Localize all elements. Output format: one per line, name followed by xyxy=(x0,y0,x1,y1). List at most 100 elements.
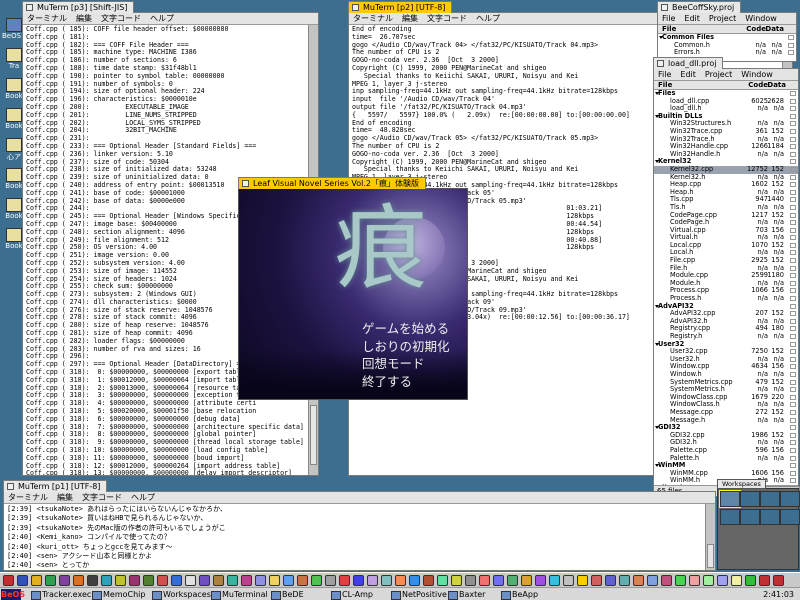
row-checkbox[interactable] xyxy=(790,334,796,339)
launcher-icon[interactable] xyxy=(451,575,462,586)
row-checkbox[interactable] xyxy=(790,242,796,248)
row-checkbox[interactable] xyxy=(790,349,796,355)
row-checkbox[interactable] xyxy=(790,402,796,408)
column-code[interactable]: Code xyxy=(748,81,768,90)
taskbar-button[interactable]: CL-Amp xyxy=(330,589,373,600)
launcher-icon[interactable] xyxy=(283,575,294,586)
row-checkbox[interactable] xyxy=(790,250,796,256)
row-checkbox[interactable] xyxy=(790,394,796,400)
row-checkbox[interactable] xyxy=(790,265,796,271)
launcher-icon[interactable] xyxy=(353,575,364,586)
menu-terminal[interactable]: ターミナル xyxy=(8,493,48,502)
row-checkbox[interactable] xyxy=(790,417,796,423)
game-splash-window[interactable]: Leaf Visual Novel Series Vol.2「痕」体験版 痕 ゲ… xyxy=(238,177,468,400)
row-checkbox[interactable] xyxy=(790,151,796,157)
game-menu[interactable]: ゲームを始める しおりの初期化 回想モード 終了する xyxy=(362,320,450,390)
row-checkbox[interactable] xyxy=(790,235,796,241)
launcher-icon[interactable] xyxy=(115,575,126,586)
workspace-1[interactable] xyxy=(719,490,741,508)
launcher-icon[interactable] xyxy=(255,575,266,586)
menubar[interactable]: ターミナル 編集 文字コード ヘルプ xyxy=(23,13,318,25)
row-checkbox[interactable] xyxy=(790,220,796,226)
close-icon[interactable] xyxy=(661,4,668,11)
launcher-icon[interactable] xyxy=(689,575,700,586)
row-checkbox[interactable] xyxy=(790,159,796,165)
launcher-icon[interactable] xyxy=(129,575,140,586)
row-checkbox[interactable] xyxy=(790,371,796,377)
workspace-2[interactable] xyxy=(740,491,760,507)
launcher-icon[interactable] xyxy=(199,575,210,586)
menu-terminal[interactable]: ターミナル xyxy=(353,14,393,23)
row-checkbox[interactable] xyxy=(790,166,796,172)
taskbar-button[interactable]: BeApp xyxy=(500,589,538,600)
scroll-thumb[interactable] xyxy=(310,405,317,465)
window-tab[interactable]: load_dll.proj xyxy=(653,57,724,69)
launcher-icon[interactable] xyxy=(297,575,308,586)
launcher-icon[interactable] xyxy=(549,575,560,586)
column-code[interactable]: Code xyxy=(746,25,766,34)
launcher-icon[interactable] xyxy=(745,575,756,586)
row-checkbox[interactable] xyxy=(790,463,796,469)
menu-edit[interactable]: 編集 xyxy=(76,14,92,23)
row-checkbox[interactable] xyxy=(790,273,796,279)
launcher-icon[interactable] xyxy=(31,575,42,586)
launcher-icon[interactable] xyxy=(773,575,784,586)
menu-encoding[interactable]: 文字コード xyxy=(101,14,141,23)
window-tab[interactable]: MuTerm [p1] [UTF-8] xyxy=(3,480,108,492)
window-tab[interactable]: BeeCoffSky.proj xyxy=(657,1,742,13)
row-checkbox[interactable] xyxy=(788,42,794,48)
file-row[interactable]: Errors.h n/a n/a xyxy=(658,49,796,57)
launcher-icon[interactable] xyxy=(619,575,630,586)
row-checkbox[interactable] xyxy=(790,98,796,104)
menu-terminal[interactable]: ターミナル xyxy=(27,14,67,23)
launcher-icon[interactable] xyxy=(717,575,728,586)
close-icon[interactable] xyxy=(242,180,249,187)
column-header[interactable]: File Code Data xyxy=(654,81,798,90)
project-window-small[interactable]: BeeCoffSky.proj File Edit Project Window Fi… xyxy=(657,1,797,62)
workspace-4[interactable] xyxy=(780,491,800,507)
row-checkbox[interactable] xyxy=(790,432,796,438)
row-checkbox[interactable] xyxy=(790,91,796,96)
launcher-icon[interactable] xyxy=(465,575,476,586)
column-header[interactable]: File Code Data xyxy=(658,25,796,34)
menu-encoding[interactable]: 文字コード xyxy=(82,493,122,502)
row-checkbox[interactable] xyxy=(790,128,796,134)
column-data[interactable]: Data xyxy=(765,25,784,34)
row-checkbox[interactable] xyxy=(790,121,796,127)
launcher-icon[interactable] xyxy=(409,575,420,586)
launcher-icon[interactable] xyxy=(633,575,644,586)
launcher-icon[interactable] xyxy=(661,575,672,586)
row-checkbox[interactable] xyxy=(790,425,796,431)
launcher-icon[interactable] xyxy=(143,575,154,586)
launcher-icon[interactable] xyxy=(703,575,714,586)
launcher-icon[interactable] xyxy=(647,575,658,586)
row-checkbox[interactable] xyxy=(790,113,796,119)
row-checkbox[interactable] xyxy=(790,296,796,302)
launcher-icon[interactable] xyxy=(325,575,336,586)
row-checkbox[interactable] xyxy=(790,478,796,484)
column-data[interactable]: Data xyxy=(767,81,786,90)
row-checkbox[interactable] xyxy=(790,212,796,218)
launcher-icon[interactable] xyxy=(339,575,350,586)
row-checkbox[interactable] xyxy=(790,303,796,309)
scroll-thumb[interactable] xyxy=(707,544,714,568)
recollection-mode-option[interactable]: 回想モード xyxy=(362,355,450,373)
row-checkbox[interactable] xyxy=(790,379,796,385)
row-checkbox[interactable] xyxy=(790,326,796,332)
menubar[interactable]: File Edit Project Window xyxy=(654,69,798,81)
close-icon[interactable] xyxy=(657,60,664,67)
row-checkbox[interactable] xyxy=(790,227,796,233)
launcher-icon[interactable] xyxy=(367,575,378,586)
launcher-icon[interactable] xyxy=(535,575,546,586)
row-checkbox[interactable] xyxy=(790,189,796,195)
menu-project[interactable]: Project xyxy=(705,70,732,79)
launcher-icon[interactable] xyxy=(59,575,70,586)
workspace-5[interactable] xyxy=(720,509,740,525)
taskbar-button[interactable]: MemoChip xyxy=(91,589,145,600)
row-checkbox[interactable] xyxy=(790,341,796,347)
launcher-icon[interactable] xyxy=(157,575,168,586)
launcher-icon[interactable] xyxy=(381,575,392,586)
clock[interactable]: 2:41:03 xyxy=(763,589,794,600)
row-checkbox[interactable] xyxy=(790,356,796,362)
launcher-icon[interactable] xyxy=(493,575,504,586)
